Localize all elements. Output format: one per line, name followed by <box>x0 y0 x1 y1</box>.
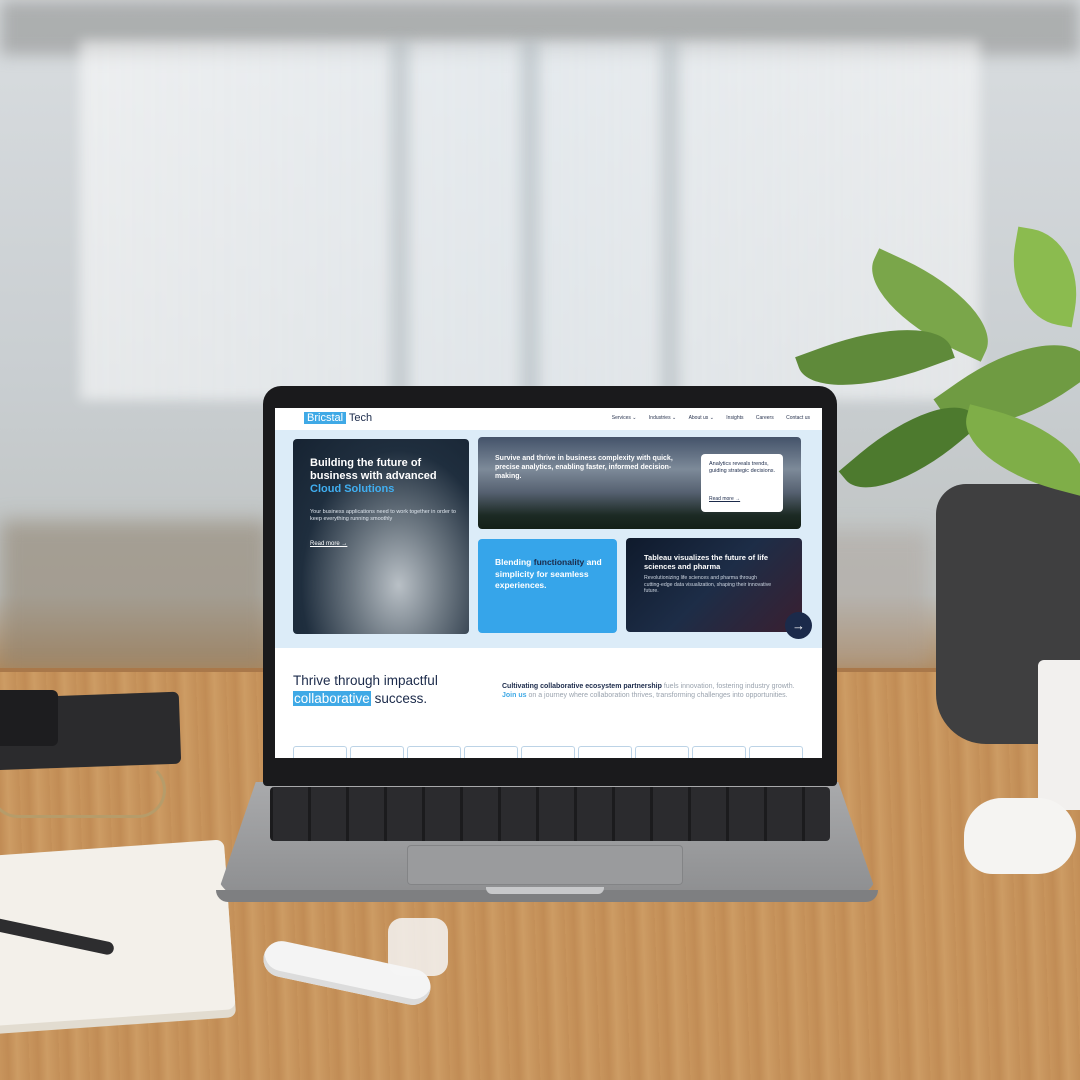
partner-tiles <box>293 746 808 758</box>
section-title: Thrive through impactful collaborative s… <box>293 672 493 708</box>
partner-tile[interactable] <box>521 746 575 758</box>
analytics-popup: Analytics reveals trends, guiding strate… <box>701 454 783 512</box>
window-mullion <box>660 40 680 400</box>
desk-ornament <box>964 798 1076 874</box>
nav-insights[interactable]: Insights <box>726 415 743 421</box>
section-title-highlight: collaborative <box>293 691 371 706</box>
logo-part-2: Tech <box>348 412 373 424</box>
join-us-link[interactable]: Join us <box>502 692 527 699</box>
partner-tile[interactable] <box>578 746 632 758</box>
pen-cup <box>1038 660 1080 810</box>
hero-card-blending[interactable]: Blending functionality and simplicity fo… <box>478 539 617 633</box>
laptop-keyboard <box>270 787 830 841</box>
window-mullion <box>390 40 410 400</box>
laptop-screen-website: Bricstal Tech Services ⌄ Industries ⌄ Ab… <box>275 408 822 758</box>
section-title-b: success. <box>374 691 428 706</box>
logo-part-1: Bricstal <box>304 412 347 424</box>
partner-tile[interactable] <box>692 746 746 758</box>
hero-card-cloud[interactable]: Building the future of business with adv… <box>293 439 469 634</box>
background-furniture <box>0 520 270 670</box>
hero-card-tableau-title: Tableau visualizes the future of life sc… <box>644 553 769 571</box>
section-text-b: on a journey where collaboration thrives… <box>528 692 788 699</box>
eyeglasses <box>0 762 166 818</box>
partner-tile[interactable] <box>407 746 461 758</box>
hero-card-blending-text: Blending functionality and simplicity fo… <box>495 557 605 592</box>
hero-card-tableau-body: Revolutionizing life sciences and pharma… <box>644 575 772 594</box>
partner-tile[interactable] <box>635 746 689 758</box>
partner-tile[interactable] <box>749 746 803 758</box>
nav-about-us[interactable]: About us ⌄ <box>689 415 714 421</box>
analytics-popup-text: Analytics reveals trends, guiding strate… <box>709 461 776 474</box>
partner-tile[interactable] <box>350 746 404 758</box>
next-arrow-button[interactable]: → <box>785 612 812 639</box>
phone <box>0 690 58 746</box>
section-text-bold: Cultivating collaborative ecosystem part… <box>502 683 662 690</box>
read-more-link[interactable]: Read more → <box>709 496 740 502</box>
nav-industries[interactable]: Industries ⌄ <box>649 415 676 421</box>
laptop-notch <box>486 887 604 894</box>
hero-card-cloud-body: Your business applications need to work … <box>310 509 456 522</box>
section-title-a: Thrive through impactful <box>293 673 438 688</box>
marker-cap <box>388 918 448 976</box>
window-mullion <box>520 40 540 400</box>
section-text-a: fuels innovation, fostering industry gro… <box>663 683 795 690</box>
nav-menu: Services ⌄ Industries ⌄ About us ⌄ Insig… <box>601 415 810 421</box>
hero-card-tableau[interactable]: Tableau visualizes the future of life sc… <box>626 538 802 632</box>
read-more-link[interactable]: Read more → <box>310 541 347 547</box>
hero-title-text: Building the future of business with adv… <box>310 457 437 482</box>
site-navbar: Bricstal Tech Services ⌄ Industries ⌄ Ab… <box>275 408 822 430</box>
blending-text-highlight: functionality <box>533 557 585 567</box>
partner-tile[interactable] <box>293 746 347 758</box>
plant-leaf <box>1002 226 1080 328</box>
site-logo[interactable]: Bricstal Tech <box>304 412 372 424</box>
nav-contact-us[interactable]: Contact us <box>786 415 810 421</box>
hero-card-cloud-title: Building the future of business with adv… <box>310 457 460 496</box>
hero-title-highlight: Cloud Solutions <box>310 483 395 495</box>
laptop-trackpad <box>407 845 683 885</box>
hero-card-analytics-title: Survive and thrive in business complexit… <box>495 455 673 480</box>
partner-tile[interactable] <box>464 746 518 758</box>
nav-careers[interactable]: Careers <box>756 415 774 421</box>
plant-leaf <box>954 404 1080 496</box>
nav-services[interactable]: Services ⌄ <box>612 415 637 421</box>
section-description: Cultivating collaborative ecosystem part… <box>502 682 802 700</box>
blending-text-a: Blending <box>495 557 532 567</box>
